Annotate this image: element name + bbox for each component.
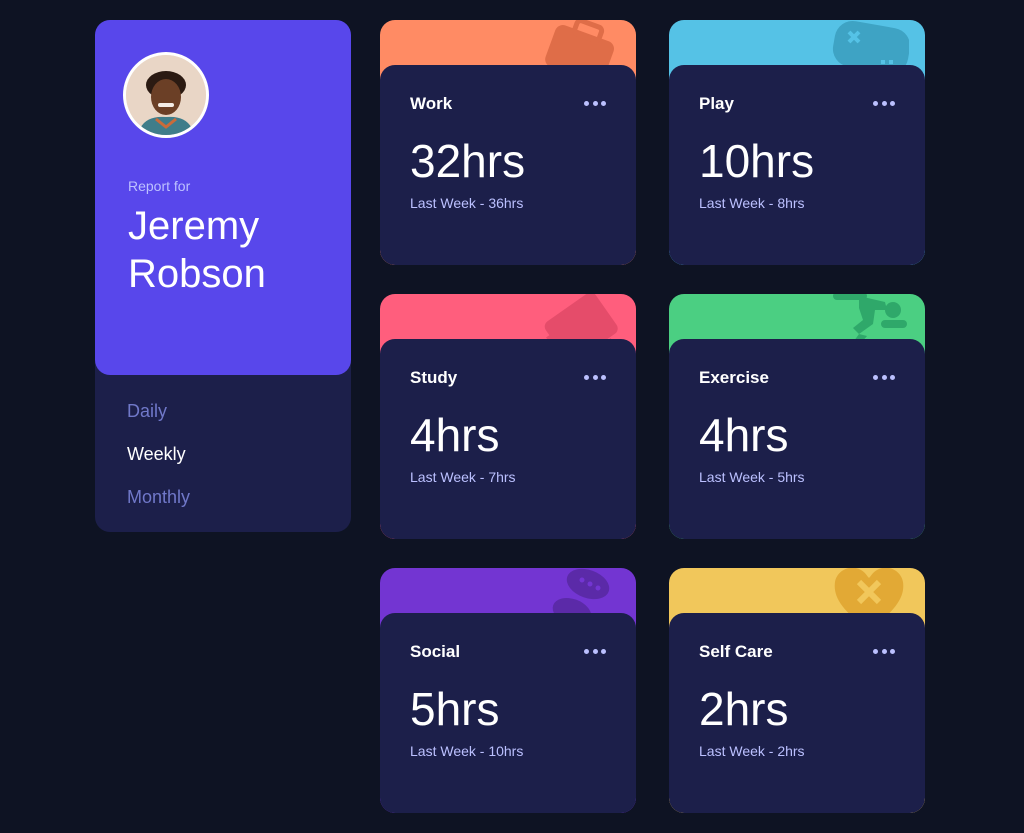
more-options-icon[interactable]: [873, 649, 895, 655]
activity-card-social: Social 5hrs Last Week - 10hrs: [380, 568, 636, 813]
previous-hours: Last Week - 7hrs: [410, 469, 516, 485]
card-title: Social: [410, 642, 461, 661]
card-body: Social 5hrs Last Week - 10hrs: [380, 613, 636, 813]
more-options-icon[interactable]: [584, 101, 606, 107]
previous-hours: Last Week - 36hrs: [410, 195, 524, 211]
more-options-icon[interactable]: [873, 375, 895, 381]
period-monthly[interactable]: Monthly: [127, 484, 190, 527]
previous-hours: Last Week - 5hrs: [699, 469, 805, 485]
card-body: Study 4hrs Last Week - 7hrs: [380, 339, 636, 539]
avatar: [123, 52, 209, 138]
current-hours: 5hrs: [410, 683, 500, 735]
activity-card-work: Work 32hrs Last Week - 36hrs: [380, 20, 636, 265]
current-hours: 4hrs: [410, 409, 500, 461]
more-options-icon[interactable]: [873, 101, 895, 107]
card-body: Play 10hrs Last Week - 8hrs: [669, 65, 925, 265]
card-title: Work: [410, 94, 453, 113]
card-title: Self Care: [699, 642, 773, 661]
current-hours: 32hrs: [410, 135, 526, 187]
current-hours: 10hrs: [699, 135, 815, 187]
card-body: Work 32hrs Last Week - 36hrs: [380, 65, 636, 265]
previous-hours: Last Week - 2hrs: [699, 743, 805, 759]
card-title: Play: [699, 94, 734, 113]
current-hours: 2hrs: [699, 683, 789, 735]
card-body: Self Care 2hrs Last Week - 2hrs: [669, 613, 925, 813]
more-options-icon[interactable]: [584, 375, 606, 381]
card-title: Study: [410, 368, 458, 387]
period-weekly[interactable]: Weekly: [127, 441, 190, 484]
previous-hours: Last Week - 10hrs: [410, 743, 524, 759]
more-options-icon[interactable]: [584, 649, 606, 655]
avatar-image: [126, 55, 206, 135]
report-for-label: Report for: [128, 178, 191, 194]
activity-card-study: Study 4hrs Last Week - 7hrs: [380, 294, 636, 539]
current-hours: 4hrs: [699, 409, 789, 461]
profile-card: Report for Jeremy Robson Daily Weekly Mo…: [95, 20, 351, 532]
activity-card-play: Play 10hrs Last Week - 8hrs: [669, 20, 925, 265]
previous-hours: Last Week - 8hrs: [699, 195, 805, 211]
activity-card-self-care: Self Care 2hrs Last Week - 2hrs: [669, 568, 925, 813]
period-daily[interactable]: Daily: [127, 398, 190, 441]
time-tracking-dashboard: Report for Jeremy Robson Daily Weekly Mo…: [95, 20, 925, 813]
card-title: Exercise: [699, 368, 769, 387]
card-body: Exercise 4hrs Last Week - 5hrs: [669, 339, 925, 539]
activity-card-exercise: Exercise 4hrs Last Week - 5hrs: [669, 294, 925, 539]
period-selector: Daily Weekly Monthly: [127, 398, 190, 527]
profile-header: Report for Jeremy Robson: [95, 20, 351, 375]
user-name: Jeremy Robson: [128, 204, 266, 296]
